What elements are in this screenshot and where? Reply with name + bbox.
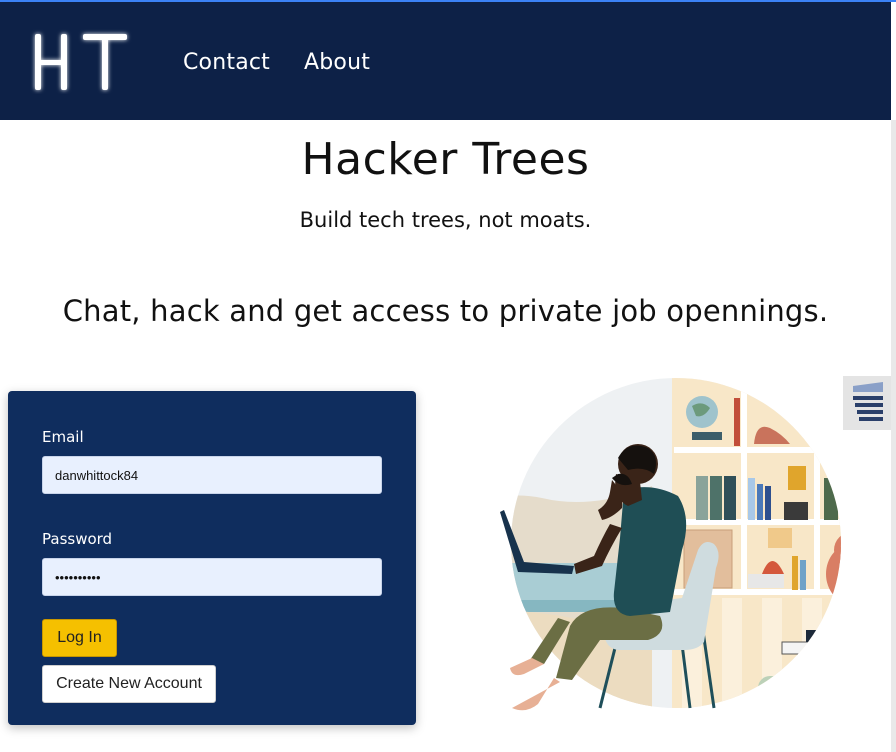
stack-widget-icon	[853, 382, 883, 421]
create-account-button[interactable]: Create New Account	[42, 665, 216, 703]
nav-contact-link[interactable]: Contact	[183, 50, 270, 75]
page-subtitle: Build tech trees, not moats.	[299, 208, 592, 232]
password-field[interactable]	[42, 558, 382, 596]
page-title: Hacker Trees	[301, 134, 590, 185]
password-label: Password	[42, 530, 113, 548]
log-in-button[interactable]: Log In	[42, 619, 117, 657]
navbar: HT Contact About	[0, 2, 891, 120]
logo-icon[interactable]: HT	[28, 28, 132, 94]
login-card: Email Password Log In Create New Account	[8, 391, 416, 725]
email-field[interactable]	[42, 456, 382, 494]
nav-about-link[interactable]: About	[304, 50, 370, 75]
side-widget[interactable]	[843, 376, 891, 430]
person-working-on-laptop-illustration	[500, 378, 841, 711]
email-label: Email	[42, 428, 84, 446]
page-tagline: Chat, hack and get access to private job…	[62, 294, 829, 328]
